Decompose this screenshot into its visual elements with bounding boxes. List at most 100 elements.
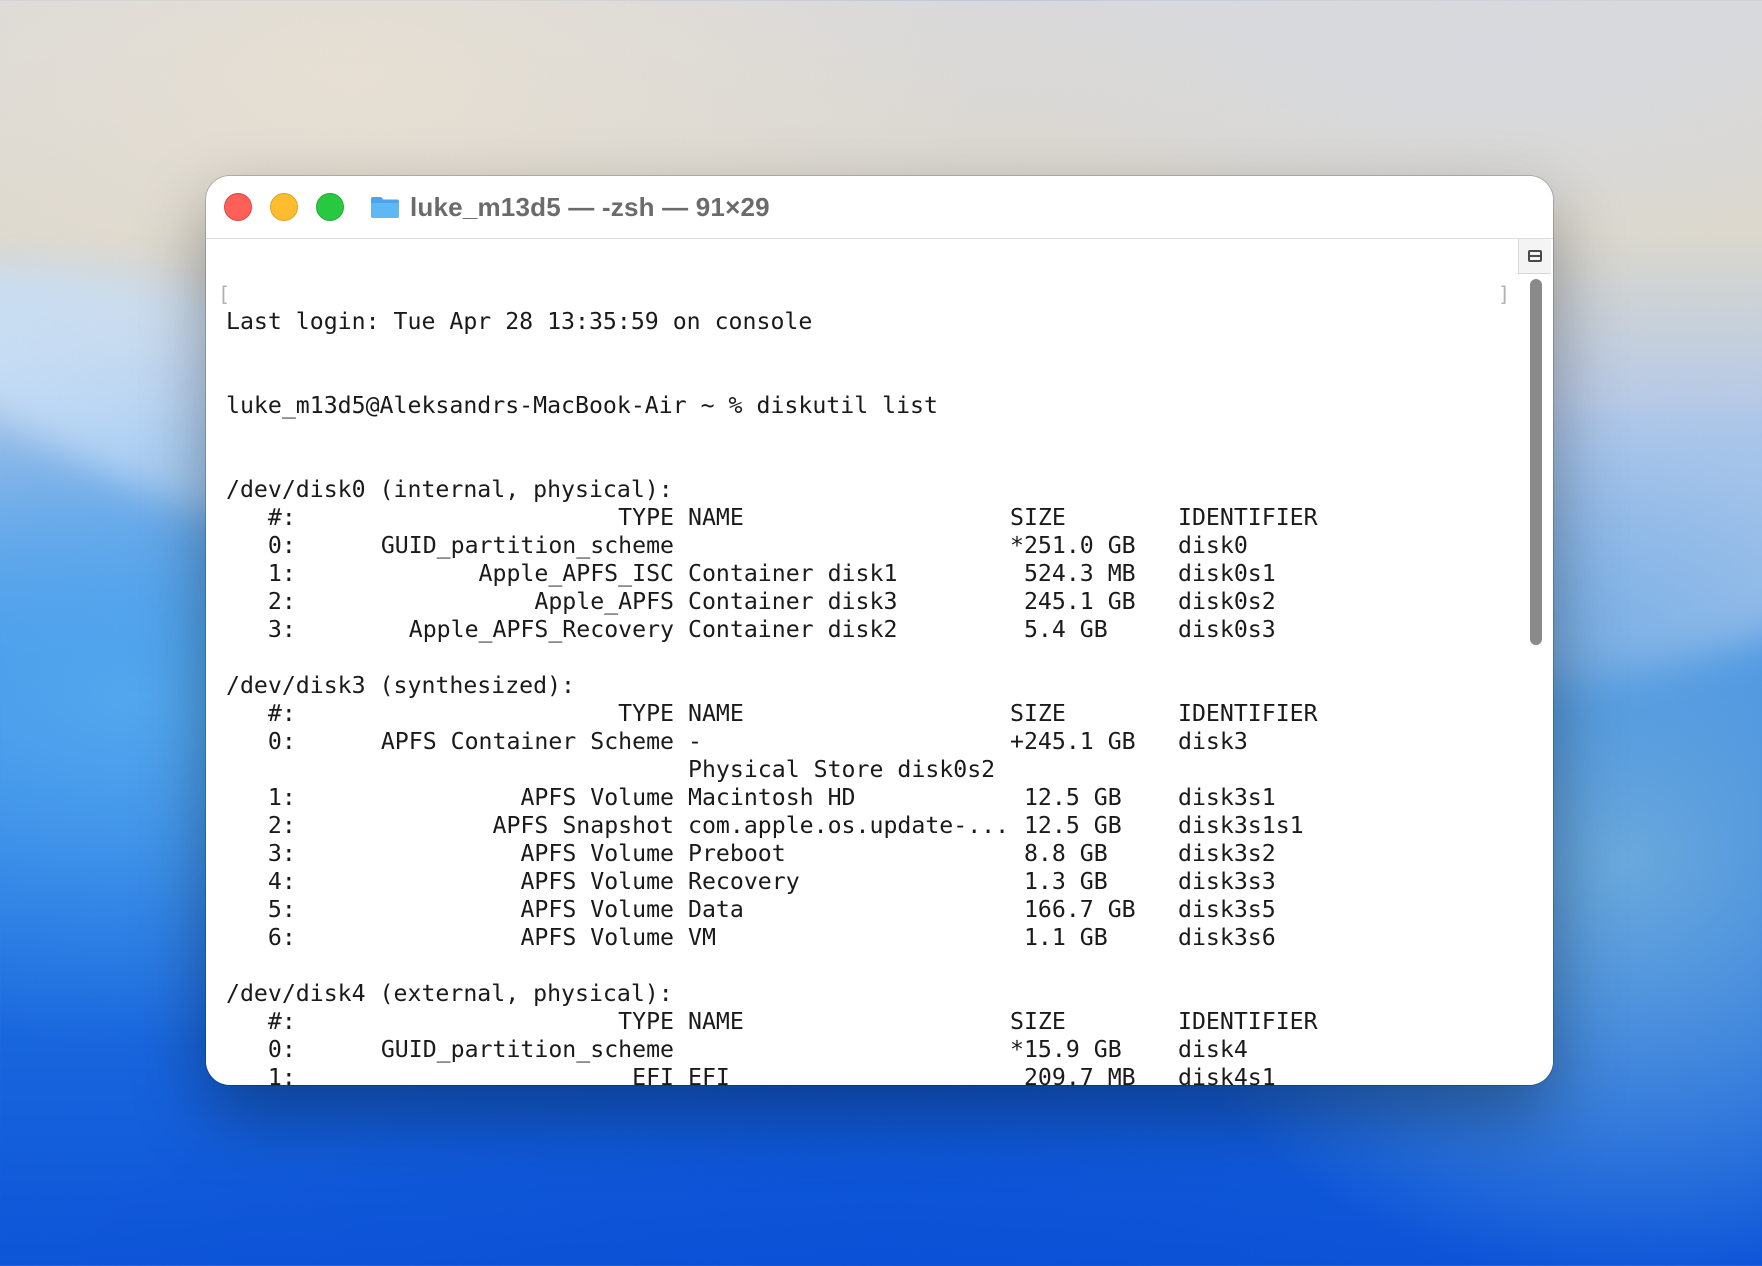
scrollbar[interactable] <box>1525 279 1547 1085</box>
row-identifier: disk0s2 <box>1178 588 1276 615</box>
disk-heading: /dev/disk0 (internal, physical): <box>226 476 673 503</box>
table-row: 2: Apple_APFS Container disk3 245.1 GB disk… <box>226 588 1503 616</box>
row-identifier: disk4 <box>1178 1036 1248 1063</box>
header-index: #: <box>226 700 296 727</box>
terminal-window: luke_m13d5 — -zsh — 91×29 [ ] Last login… <box>206 176 1553 1085</box>
row-index: 0: <box>226 532 296 559</box>
table-row: 0: GUID_partition_scheme *15.9 GB disk4 <box>226 1036 1503 1064</box>
row-name: Physical Store disk0s2 <box>688 756 996 783</box>
row-name: Recovery <box>688 868 800 895</box>
row-index: 2: <box>226 588 296 615</box>
row-name: - <box>688 728 702 755</box>
table-header-row: #: TYPE NAME SIZE IDENTIFIER <box>226 700 1503 728</box>
terminal-text[interactable]: Last login: Tue Apr 28 13:35:59 on conso… <box>226 252 1503 1085</box>
table-row: 1: EFI EFI 209.7 MB disk4s1 <box>226 1064 1503 1085</box>
window-title: luke_m13d5 — -zsh — 91×29 <box>410 191 770 222</box>
row-index: 4: <box>226 868 296 895</box>
table-row: 3: Apple_APFS_Recovery Container disk2 5.4… <box>226 616 1503 644</box>
table-row: 1: Apple_APFS_ISC Container disk1 524.3 MB… <box>226 560 1503 588</box>
row-name: Container disk3 <box>688 588 898 615</box>
row-name: Container disk1 <box>688 560 898 587</box>
disk-block: /dev/disk3 (synthesized): #: TYPE NAME SIZE… <box>226 672 1503 980</box>
header-index: #: <box>226 1008 296 1035</box>
row-size: 12.5 GB <box>1010 784 1122 811</box>
disk-block: /dev/disk0 (internal, physical): #: TYPE N… <box>226 476 1503 672</box>
minimize-button[interactable] <box>270 193 298 221</box>
row-type: APFS Volume <box>520 924 674 951</box>
table-row: 3: APFS Volume Preboot 8.8 GB disk3s2 <box>226 840 1503 868</box>
table-header-row: #: TYPE NAME SIZE IDENTIFIER <box>226 1008 1503 1036</box>
row-identifier: disk4s1 <box>1178 1064 1276 1085</box>
header-identifier: IDENTIFIER <box>1178 1008 1318 1035</box>
prompt-line: luke_m13d5@Aleksandrs-MacBook-Air ~ % di… <box>226 392 938 419</box>
table-row: 2: APFS Snapshot com.apple.os.update-... 1… <box>226 812 1503 840</box>
row-identifier: disk3 <box>1178 728 1248 755</box>
table-row: 0: APFS Container Scheme - +245.1 GB disk3 <box>226 728 1503 756</box>
sidebar-toggle-button[interactable] <box>1518 239 1551 274</box>
header-identifier: IDENTIFIER <box>1178 504 1318 531</box>
row-type: APFS Snapshot <box>492 812 674 839</box>
row-identifier: disk3s1s1 <box>1178 812 1304 839</box>
row-size: 245.1 GB <box>1010 588 1136 615</box>
last-login-line: Last login: Tue Apr 28 13:35:59 on conso… <box>226 308 813 335</box>
row-identifier: disk3s5 <box>1178 896 1276 923</box>
row-index: 1: <box>226 1064 296 1085</box>
sidebar-toggle-icon <box>1528 250 1542 262</box>
row-index: 3: <box>226 616 296 643</box>
row-index: 0: <box>226 728 296 755</box>
row-type: Apple_APFS_Recovery <box>408 616 674 643</box>
row-identifier: disk0 <box>1178 532 1248 559</box>
close-button[interactable] <box>224 193 252 221</box>
row-size: *251.0 GB <box>1010 532 1136 559</box>
table-row: Physical Store disk0s2 <box>226 756 1503 784</box>
row-identifier: disk3s3 <box>1178 868 1276 895</box>
row-name: com.apple.os.update-... <box>688 812 1010 839</box>
row-size: 166.7 GB <box>1010 896 1136 923</box>
row-size: 1.1 GB <box>1010 924 1108 951</box>
row-index: 0: <box>226 1036 296 1063</box>
terminal-output-area[interactable]: [ ] Last login: Tue Apr 28 13:35:59 on c… <box>206 239 1553 1085</box>
row-size: 209.7 MB <box>1010 1064 1136 1085</box>
row-index: 3: <box>226 840 296 867</box>
row-size: +245.1 GB <box>1010 728 1136 755</box>
row-name: Data <box>688 896 744 923</box>
header-size: SIZE <box>1010 1008 1066 1035</box>
row-type: APFS Volume <box>520 840 674 867</box>
row-size: 1.3 GB <box>1010 868 1108 895</box>
disk-block: /dev/disk4 (external, physical): #: TYPE N… <box>226 980 1503 1085</box>
zoom-button[interactable] <box>316 193 344 221</box>
header-name: NAME <box>688 700 744 727</box>
table-row: 1: APFS Volume Macintosh HD 12.5 GB disk3s1 <box>226 784 1503 812</box>
row-identifier: disk0s3 <box>1178 616 1276 643</box>
row-type: EFI <box>632 1064 674 1085</box>
table-row: 4: APFS Volume Recovery 1.3 GB disk3s3 <box>226 868 1503 896</box>
row-type: Apple_APFS_ISC <box>478 560 674 587</box>
row-index: 2: <box>226 812 296 839</box>
header-size: SIZE <box>1010 700 1066 727</box>
row-name: VM <box>688 924 716 951</box>
header-index: #: <box>226 504 296 531</box>
row-identifier: disk3s1 <box>1178 784 1276 811</box>
row-name: EFI <box>688 1064 730 1085</box>
row-index: 1: <box>226 560 296 587</box>
header-identifier: IDENTIFIER <box>1178 700 1318 727</box>
row-identifier: disk0s1 <box>1178 560 1276 587</box>
row-size: *15.9 GB <box>1010 1036 1122 1063</box>
row-type: APFS Volume <box>520 784 674 811</box>
row-name: Preboot <box>688 840 786 867</box>
disk-heading: /dev/disk4 (external, physical): <box>226 980 673 1007</box>
header-name: NAME <box>688 504 744 531</box>
table-row: 0: GUID_partition_scheme *251.0 GB disk0 <box>226 532 1503 560</box>
title-bar[interactable]: luke_m13d5 — -zsh — 91×29 <box>206 176 1553 239</box>
row-size: 5.4 GB <box>1010 616 1108 643</box>
row-size: 12.5 GB <box>1010 812 1122 839</box>
disk-heading: /dev/disk3 (synthesized): <box>226 672 576 699</box>
table-header-row: #: TYPE NAME SIZE IDENTIFIER <box>226 504 1503 532</box>
table-row: 6: APFS Volume VM 1.1 GB disk3s6 <box>226 924 1503 952</box>
row-identifier: disk3s2 <box>1178 840 1276 867</box>
header-type: TYPE <box>618 504 674 531</box>
scrollbar-thumb[interactable] <box>1530 279 1542 645</box>
row-size: 8.8 GB <box>1010 840 1108 867</box>
row-name: Container disk2 <box>688 616 898 643</box>
header-type: TYPE <box>618 1008 674 1035</box>
